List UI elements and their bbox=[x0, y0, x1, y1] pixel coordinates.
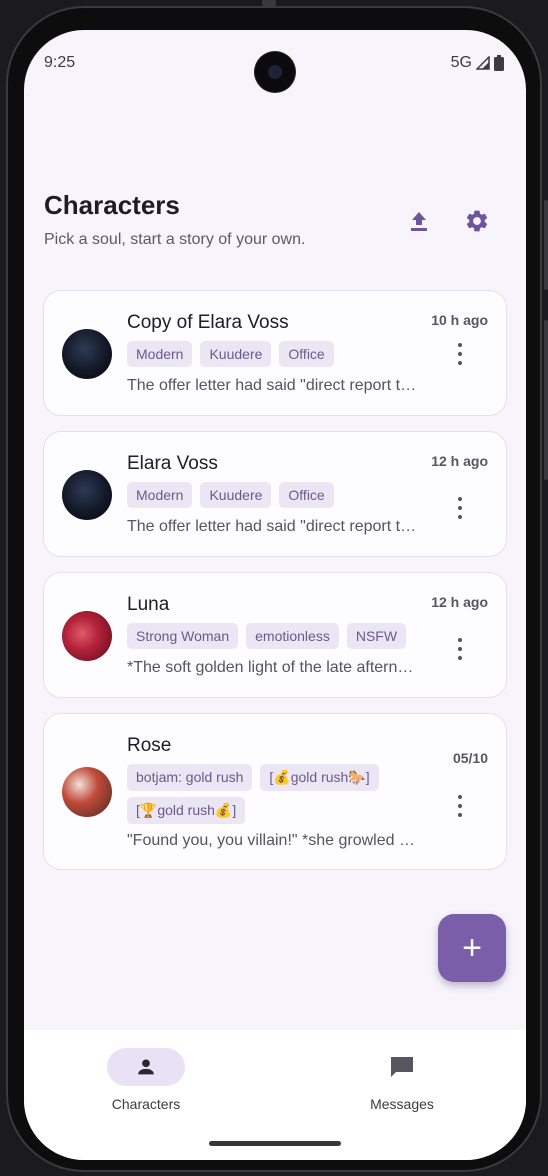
side-button bbox=[544, 200, 548, 290]
last-active-time: 12 h ago bbox=[431, 453, 488, 469]
signal-icon bbox=[476, 56, 490, 70]
settings-button[interactable] bbox=[462, 206, 492, 236]
tag: Office bbox=[279, 341, 334, 367]
character-name: Luna bbox=[127, 594, 170, 615]
tag-list: botjam: gold rush [💰gold rush🐎] [🏆gold r… bbox=[127, 764, 396, 824]
nav-label: Characters bbox=[111, 1096, 181, 1112]
character-card[interactable]: Elara Voss 12 h ago Modern Kuudere Offic… bbox=[43, 431, 507, 557]
battery-icon bbox=[494, 55, 504, 71]
message-preview: "Found you, you villain!" *she growled a… bbox=[127, 832, 422, 849]
status-indicators: 5G bbox=[451, 54, 504, 72]
more-vert-icon bbox=[458, 638, 462, 642]
character-name: Copy of Elara Voss bbox=[127, 312, 289, 333]
tag: Kuudere bbox=[200, 482, 272, 508]
person-icon bbox=[138, 1059, 154, 1075]
character-card[interactable]: Luna 12 h ago Strong Woman emotionless N… bbox=[43, 572, 507, 698]
tag: Modern bbox=[127, 341, 193, 367]
home-indicator[interactable] bbox=[209, 1141, 341, 1146]
character-card[interactable]: Copy of Elara Voss 10 h ago Modern Kuude… bbox=[43, 290, 507, 416]
app-screen: 9:25 5G Characters Pick a soul, start a … bbox=[24, 30, 526, 1160]
last-active-time: 12 h ago bbox=[431, 594, 488, 610]
tag-list: Strong Woman emotionless NSFW bbox=[127, 623, 446, 649]
tag: Modern bbox=[127, 482, 193, 508]
more-vert-icon bbox=[458, 795, 462, 799]
phone-frame: 9:25 5G Characters Pick a soul, start a … bbox=[6, 6, 542, 1172]
gear-icon bbox=[466, 210, 488, 232]
tag: Office bbox=[279, 482, 334, 508]
last-active-time: 10 h ago bbox=[431, 312, 488, 328]
character-avatar bbox=[62, 470, 112, 520]
more-options-button[interactable] bbox=[450, 340, 470, 368]
tag: emotionless bbox=[246, 623, 339, 649]
message-preview: The offer letter had said "direct report… bbox=[127, 518, 422, 535]
nav-label: Messages bbox=[370, 1096, 434, 1112]
tag: Kuudere bbox=[200, 341, 272, 367]
message-preview: *The soft golden light of the late after… bbox=[127, 659, 422, 676]
page-subtitle: Pick a soul, start a story of your own. bbox=[44, 231, 306, 248]
volume-button bbox=[544, 320, 548, 480]
front-camera bbox=[255, 52, 295, 92]
character-card[interactable]: Rose 05/10 botjam: gold rush [💰gold rush… bbox=[43, 713, 507, 870]
status-time: 9:25 bbox=[44, 54, 76, 71]
chat-bubble-icon bbox=[391, 1057, 413, 1077]
nav-icon-container bbox=[363, 1048, 441, 1086]
more-vert-icon bbox=[458, 497, 462, 501]
upload-button[interactable] bbox=[404, 206, 434, 236]
nav-item-characters[interactable]: Characters bbox=[66, 1048, 226, 1112]
more-options-button[interactable] bbox=[450, 494, 470, 522]
more-vert-icon bbox=[458, 343, 462, 347]
nav-active-indicator bbox=[107, 1048, 185, 1086]
tag-list: Modern Kuudere Office bbox=[127, 482, 446, 508]
nav-item-messages[interactable]: Messages bbox=[322, 1048, 482, 1112]
character-name: Elara Voss bbox=[127, 453, 218, 474]
page-header: Characters Pick a soul, start a story of… bbox=[44, 190, 506, 249]
upload-icon bbox=[411, 212, 427, 231]
character-avatar bbox=[62, 611, 112, 661]
character-avatar bbox=[62, 329, 112, 379]
more-options-button[interactable] bbox=[450, 635, 470, 663]
tag: botjam: gold rush bbox=[127, 764, 253, 791]
last-active-time: 05/10 bbox=[452, 750, 488, 766]
character-name: Rose bbox=[127, 735, 172, 756]
character-avatar bbox=[62, 767, 112, 817]
tag-list: Modern Kuudere Office bbox=[127, 341, 446, 367]
network-label: 5G bbox=[450, 54, 472, 71]
tag: [🏆gold rush💰] bbox=[127, 797, 246, 824]
message-preview: The offer letter had said "direct report… bbox=[127, 377, 422, 394]
page-title: Characters bbox=[44, 190, 180, 220]
more-options-button[interactable] bbox=[450, 792, 470, 820]
tag: [💰gold rush🐎] bbox=[260, 764, 379, 791]
tag: NSFW bbox=[346, 623, 407, 649]
tag: Strong Woman bbox=[127, 623, 239, 649]
add-character-button[interactable]: + bbox=[438, 914, 506, 982]
bottom-navigation: Characters Messages bbox=[24, 1030, 526, 1160]
